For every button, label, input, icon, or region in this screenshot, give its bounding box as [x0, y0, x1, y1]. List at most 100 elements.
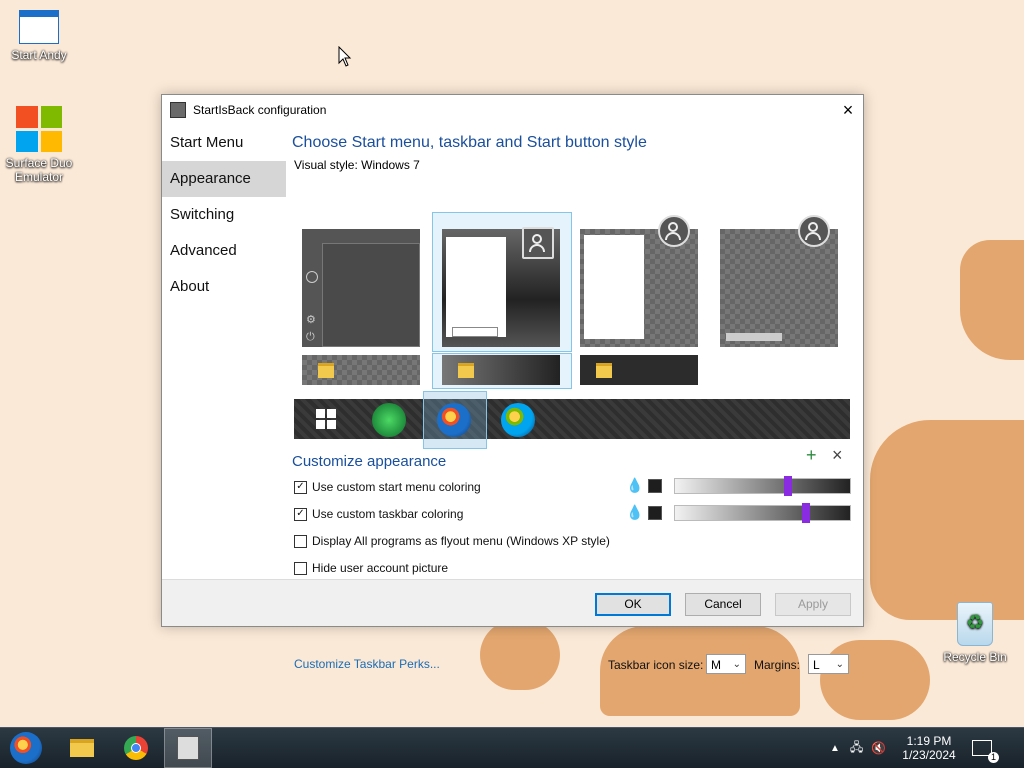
nav-item-about[interactable]: About — [162, 269, 286, 305]
select-value: M — [711, 658, 721, 672]
taskbar-preview-1[interactable] — [302, 355, 420, 385]
visual-style-value: Windows 7 — [361, 158, 420, 172]
start-button[interactable] — [2, 728, 50, 768]
wallpaper-shape — [480, 620, 560, 690]
folder-icon — [458, 363, 474, 378]
wallpaper-shape — [960, 240, 1024, 360]
start-button-styles — [294, 391, 850, 449]
menu-pane — [446, 237, 506, 337]
transparency-drop-icon[interactable]: 💧 — [626, 504, 643, 521]
customize-heading: Customize appearance — [292, 453, 447, 470]
style-preview-modern[interactable] — [580, 215, 698, 347]
transparency-drop-icon[interactable]: 💧 — [626, 477, 643, 494]
clock[interactable]: 1:19 PM 1/23/2024 — [898, 728, 960, 768]
notification-icon: 1 — [972, 740, 999, 763]
user-avatar-icon — [798, 215, 830, 247]
apply-button[interactable]: Apply — [775, 593, 851, 616]
taskbar-preview-3[interactable] — [580, 355, 698, 385]
option-label: Hide user account picture — [312, 561, 449, 575]
cancel-button[interactable]: Cancel — [685, 593, 761, 616]
visual-style-row: Visual style: Windows 7 — [294, 158, 853, 172]
option-hide-user-picture[interactable]: Hide user account picture — [294, 561, 448, 575]
dialog-footer: OK Cancel Apply — [162, 579, 863, 626]
checkbox-checked[interactable]: ✓ — [294, 507, 307, 521]
user-avatar-icon — [522, 227, 554, 259]
nav-item-switching[interactable]: Switching — [162, 197, 286, 233]
checkbox-unchecked[interactable] — [294, 534, 307, 548]
chevron-down-icon: ⌄ — [732, 659, 741, 670]
margins-select[interactable]: L ⌄ — [808, 654, 849, 674]
taskbar-startisback-config[interactable] — [164, 728, 212, 768]
windows7-orb-icon[interactable] — [437, 403, 471, 437]
checkbox-checked[interactable]: ✓ — [294, 480, 307, 494]
windows-orb-alt-icon[interactable] — [501, 403, 535, 437]
checkbox-unchecked[interactable] — [294, 561, 307, 575]
nav-item-start-menu[interactable]: Start Menu — [162, 125, 286, 161]
folder-icon — [596, 363, 612, 378]
start-menu-color-swatch[interactable] — [648, 479, 662, 493]
desktop-icon-label: Surface Duo Emulator — [5, 156, 73, 184]
taskbar-preview-2[interactable] — [442, 355, 560, 385]
section-heading: Choose Start menu, taskbar and Start but… — [292, 134, 647, 151]
search-box — [452, 327, 498, 337]
style-preview-windows7[interactable] — [442, 227, 560, 347]
taskbar-icon-size-select[interactable]: M ⌄ — [706, 654, 746, 674]
clock-time: 1:19 PM — [906, 734, 952, 748]
style-preview-transparent[interactable] — [720, 215, 838, 347]
user-avatar-icon — [658, 215, 690, 247]
ok-button[interactable]: OK — [595, 593, 671, 616]
option-label: Display All programs as flyout menu (Win… — [312, 534, 610, 548]
volume-muted-icon[interactable]: 🔇 — [871, 741, 886, 755]
desktop-icon-recycle-bin[interactable]: ♻ Recycle Bin — [940, 602, 1010, 664]
folder-icon — [318, 363, 334, 378]
user-icon — [306, 271, 318, 283]
appearance-content: Choose Start menu, taskbar and Start but… — [292, 125, 853, 674]
notification-badge: 1 — [988, 752, 999, 763]
chevron-up-icon[interactable]: ▲ — [830, 743, 840, 754]
taskbar-color-swatch[interactable] — [648, 506, 662, 520]
recycle-bin-icon: ♻ — [957, 602, 993, 646]
slider-thumb[interactable] — [802, 503, 810, 523]
gear-icon: ⚙ — [306, 314, 316, 326]
dialog-title: StartIsBack configuration — [193, 103, 327, 117]
option-flyout-all-programs[interactable]: Display All programs as flyout menu (Win… — [294, 534, 610, 548]
nav-item-appearance[interactable]: Appearance — [162, 161, 286, 197]
mouse-cursor-icon — [338, 46, 352, 67]
select-value: L — [813, 658, 820, 672]
taskbar: ▲ 🖧 🔇 1:19 PM 1/23/2024 1 — [0, 727, 1024, 768]
start-menu-color-slider[interactable] — [674, 476, 851, 496]
power-icon: ⏻ — [306, 331, 315, 343]
windows10-start-icon[interactable] — [316, 409, 336, 429]
clover-start-icon[interactable] — [372, 403, 406, 437]
wallpaper-shape — [820, 640, 930, 720]
chevron-down-icon: ⌄ — [835, 659, 844, 670]
visual-style-label: Visual style: — [294, 158, 358, 172]
taskbar-chrome[interactable] — [112, 728, 160, 768]
notification-center[interactable]: 1 — [972, 728, 999, 768]
desktop-icon-label: Recycle Bin — [943, 650, 1007, 664]
option-label: Use custom start menu coloring — [312, 480, 481, 494]
startisback-config-dialog: StartIsBack configuration × Start Menu A… — [161, 94, 864, 674]
chrome-icon — [124, 736, 148, 760]
network-icon[interactable]: 🖧 — [850, 738, 863, 759]
slider-thumb[interactable] — [784, 476, 792, 496]
close-icon[interactable]: × — [833, 95, 863, 125]
option-custom-start-menu-coloring[interactable]: ✓ Use custom start menu coloring — [294, 480, 481, 494]
taskbar-file-explorer[interactable] — [58, 728, 106, 768]
taskbar-color-slider[interactable] — [674, 503, 851, 523]
margins-label: Margins: — [754, 658, 801, 672]
tile-grid — [322, 243, 420, 347]
desktop-icon-start-andy[interactable]: Start Andy — [4, 10, 74, 62]
wallpaper-shape — [870, 420, 1024, 620]
style-preview-windows10[interactable]: ⚙ ⏻ — [302, 229, 420, 347]
app-icon — [170, 102, 186, 118]
option-custom-taskbar-coloring[interactable]: ✓ Use custom taskbar coloring — [294, 507, 463, 521]
remove-icon[interactable]: × — [832, 445, 843, 466]
customize-taskbar-perks-link[interactable]: Customize Taskbar Perks... — [294, 657, 440, 671]
nav-item-advanced[interactable]: Advanced — [162, 233, 286, 269]
menu-pane — [584, 235, 644, 339]
windows-logo-icon — [16, 106, 62, 152]
desktop-icon-surface-duo[interactable]: Surface Duo Emulator — [4, 106, 74, 184]
add-icon[interactable]: + — [806, 445, 817, 466]
config-app-icon — [177, 736, 199, 760]
